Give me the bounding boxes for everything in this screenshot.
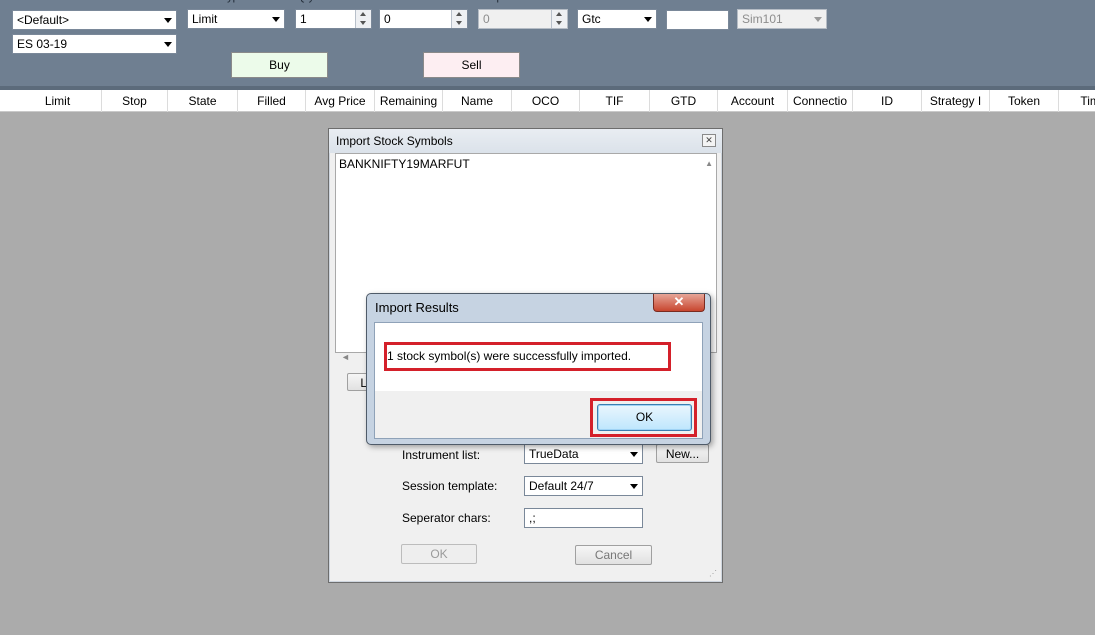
separator-chars-value: ,;	[529, 511, 536, 525]
limit-price-header: Limit Price:	[380, 0, 434, 3]
column-header-connectio[interactable]: Connectio	[788, 90, 853, 112]
atm-strategy-value: <Default>	[17, 13, 70, 27]
chevron-down-icon	[164, 18, 172, 23]
instrument-list-value: TrueData	[529, 447, 579, 461]
instrument-list-label: Instrument list:	[402, 448, 481, 462]
stop-spin-buttons	[551, 10, 567, 28]
chevron-down-icon	[272, 17, 280, 22]
stop-price-header: Stop Price:	[480, 0, 534, 3]
spin-up-icon	[551, 10, 567, 19]
atm-strategy-select[interactable]: <Default>	[12, 10, 177, 30]
order-entry-toolbar: Order Type: Qty: Limit Price: Stop Price…	[0, 0, 1095, 86]
qty-header: Qty:	[297, 0, 317, 3]
instrument-select[interactable]: ES 03-19	[12, 34, 177, 54]
stop-price-value: 0	[483, 12, 490, 26]
results-dialog-body: 1 stock symbol(s) were successfully impo…	[374, 322, 703, 439]
qty-stepper[interactable]: 1	[295, 9, 372, 29]
column-header-strategy-i[interactable]: Strategy I	[922, 90, 990, 112]
buy-button[interactable]: Buy	[231, 52, 328, 78]
qty-value: 1	[300, 12, 307, 26]
tif-value: Gtc	[582, 12, 601, 26]
account-header: Account:	[740, 0, 783, 3]
column-header-gtd[interactable]: GTD	[650, 90, 718, 112]
column-header-tif[interactable]: TIF	[580, 90, 650, 112]
column-header-avg-price[interactable]: Avg Price	[306, 90, 375, 112]
import-results-dialog: Import Results ✕ 1 stock symbol(s) were …	[366, 293, 711, 445]
account-value: Sim101	[742, 12, 783, 26]
spin-down-icon[interactable]	[451, 19, 467, 28]
resize-grip-icon[interactable]: ⋰	[709, 569, 717, 578]
results-ok-button[interactable]: OK	[597, 404, 692, 431]
scroll-up-icon[interactable]: ▲	[705, 159, 713, 168]
instrument-list-select[interactable]: TrueData	[524, 444, 643, 464]
session-template-value: Default 24/7	[529, 479, 594, 493]
import-ok-button: OK	[401, 544, 477, 564]
column-header-limit[interactable]: Limit	[14, 90, 102, 112]
column-header-name[interactable]: Name	[443, 90, 512, 112]
tif-header: TIF:	[580, 0, 600, 3]
stop-price-stepper: 0	[478, 9, 568, 29]
order-type-value: Limit	[192, 12, 218, 26]
column-header-remaining[interactable]: Remaining	[375, 90, 443, 112]
sell-button[interactable]: Sell	[423, 52, 520, 78]
spin-down-icon	[551, 19, 567, 28]
session-template-select[interactable]: Default 24/7	[524, 476, 643, 496]
account-select: Sim101	[737, 9, 827, 29]
qty-spin-buttons[interactable]	[355, 10, 371, 28]
column-header-stop[interactable]: Stop	[102, 90, 168, 112]
results-message: 1 stock symbol(s) were successfully impo…	[387, 349, 632, 363]
chevron-down-icon	[630, 484, 638, 489]
oco-input[interactable]	[666, 10, 729, 30]
instrument-value: ES 03-19	[17, 37, 68, 51]
order-type-select[interactable]: Limit	[187, 9, 285, 29]
column-header-token[interactable]: Token	[990, 90, 1059, 112]
column-header-oco[interactable]: OCO	[512, 90, 580, 112]
chevron-down-icon	[644, 17, 652, 22]
column-header-filled[interactable]: Filled	[238, 90, 306, 112]
close-icon[interactable]: ✕	[653, 294, 705, 312]
separator-chars-input[interactable]: ,;	[524, 508, 643, 528]
limit-spin-buttons[interactable]	[451, 10, 467, 28]
chevron-down-icon	[814, 17, 822, 22]
limit-price-value: 0	[384, 12, 391, 26]
spin-up-icon[interactable]	[451, 10, 467, 19]
order-type-header: Order Type:	[190, 0, 248, 3]
chevron-down-icon	[164, 42, 172, 47]
spin-up-icon[interactable]	[355, 10, 371, 19]
oco-header: OCO:	[668, 0, 696, 3]
import-cancel-button[interactable]: Cancel	[575, 545, 652, 565]
column-header-id[interactable]: ID	[853, 90, 922, 112]
close-icon[interactable]: ✕	[702, 134, 716, 147]
orders-grid-header: Limit Stop State Filled Avg Price Remaining Na…	[0, 90, 1095, 112]
column-header-time[interactable]: Time	[1059, 90, 1095, 112]
limit-price-stepper[interactable]: 0	[379, 9, 468, 29]
separator-chars-label: Seperator chars:	[402, 511, 491, 525]
spin-down-icon[interactable]	[355, 19, 371, 28]
column-header-account[interactable]: Account	[718, 90, 788, 112]
results-dialog-title: Import Results	[375, 300, 459, 315]
tif-select[interactable]: Gtc	[577, 9, 657, 29]
column-header-state[interactable]: State	[168, 90, 238, 112]
session-template-label: Session template:	[402, 479, 498, 493]
symbols-text: BANKNIFTY19MARFUT	[339, 157, 470, 171]
scroll-left-icon[interactable]: ◄	[341, 352, 350, 362]
window-title-bar: Import Stock Symbols	[329, 129, 722, 153]
chevron-down-icon	[630, 452, 638, 457]
window-title: Import Stock Symbols	[336, 134, 453, 148]
new-instrument-list-button[interactable]: New...	[656, 444, 709, 463]
